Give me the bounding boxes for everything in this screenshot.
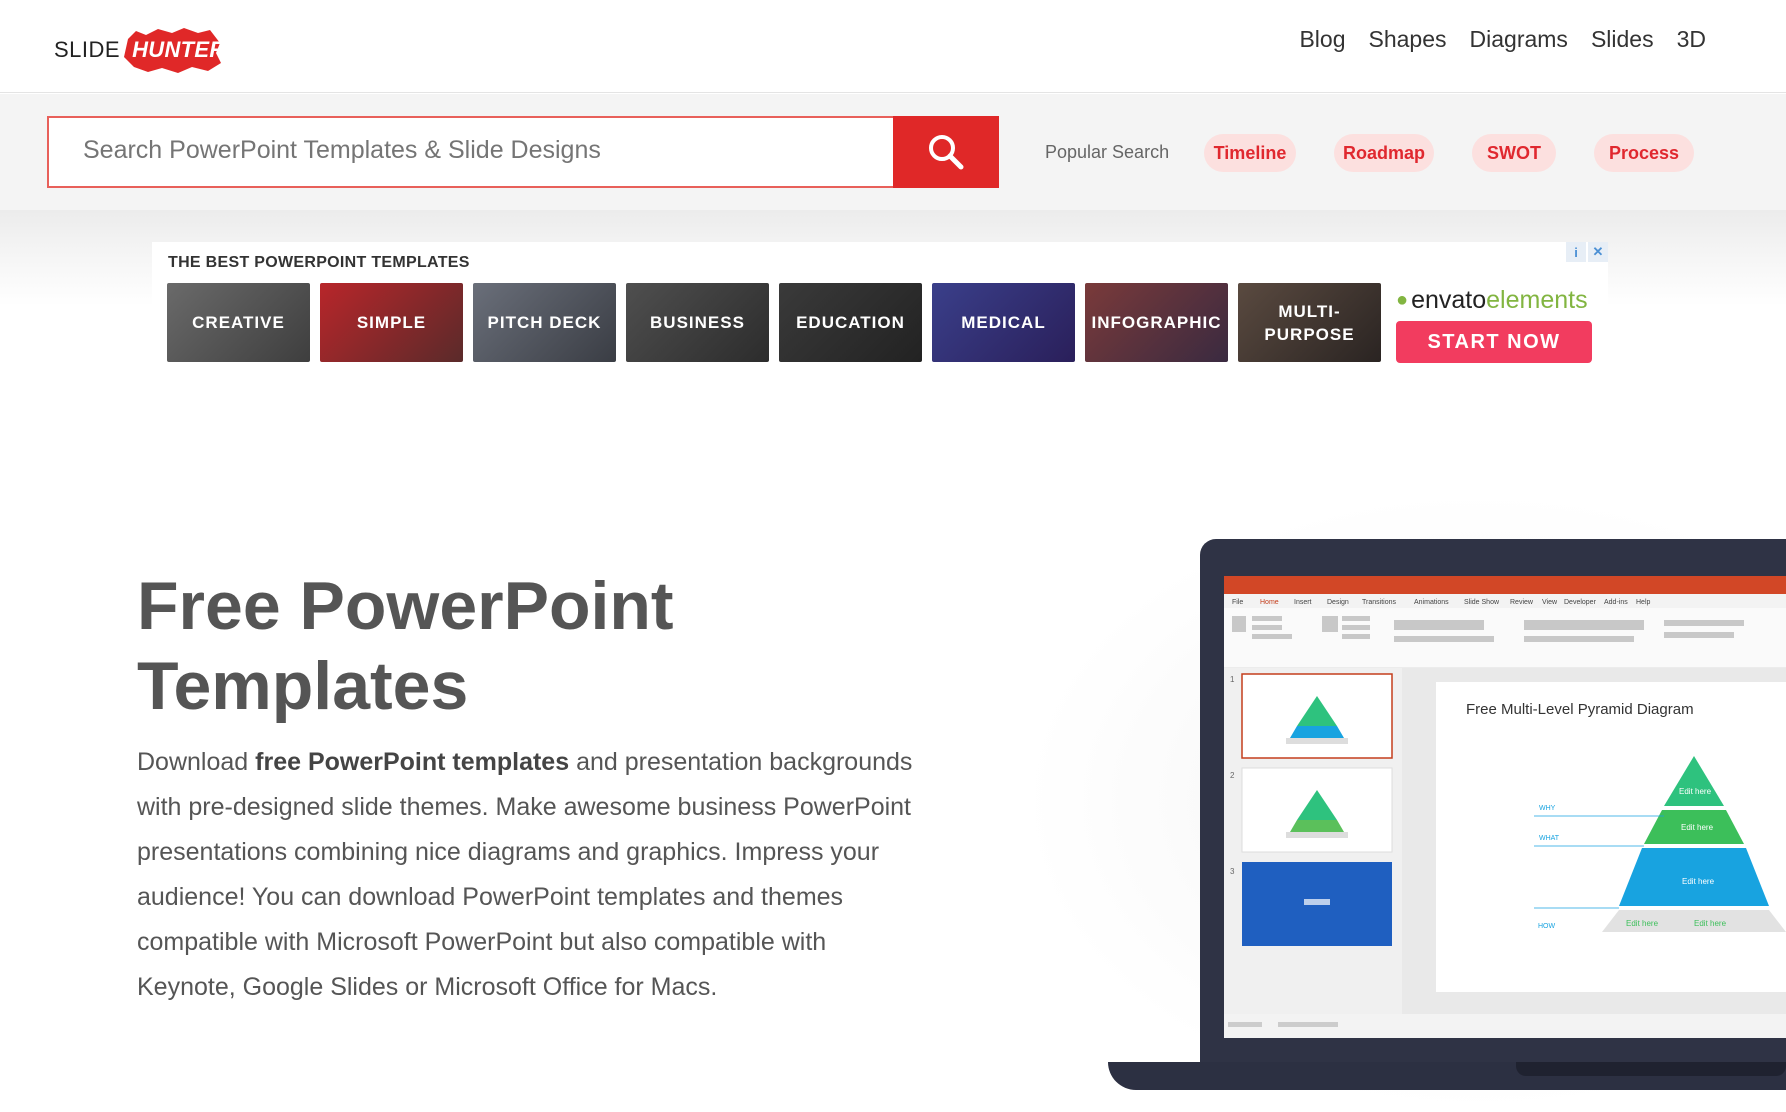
pyramid-label: WHY	[1539, 805, 1556, 812]
ad-title: THE BEST POWERPOINT TEMPLATES	[168, 254, 470, 271]
envato-brand: envato	[1411, 286, 1487, 314]
ad-tile-infographic[interactable]: INFOGRAPHIC	[1085, 283, 1228, 362]
laptop-notch	[1516, 1062, 1786, 1076]
thumb-number: 2	[1230, 771, 1235, 780]
powerpoint-window: File Home Insert Design Transitions Anim…	[1224, 576, 1786, 1038]
site-logo[interactable]: SLIDE HUNTER	[54, 24, 238, 76]
envato-brand-suffix: elements	[1486, 286, 1588, 314]
site-header: SLIDE HUNTER Blog Shapes Diagrams Slides…	[0, 0, 1786, 93]
ad-banner[interactable]: THE BEST POWERPOINT TEMPLATES i ✕ CREATI…	[152, 242, 1608, 367]
ad-tile-label: INFOGRAPHIC	[1091, 313, 1222, 332]
slide-title: Free Multi-Level Pyramid Diagram	[1466, 701, 1694, 718]
search-box	[47, 116, 894, 188]
nav-3d[interactable]: 3D	[1677, 26, 1706, 53]
logo-text-slide: SLIDE	[54, 37, 121, 62]
powerpoint-screenshot: File Home Insert Design Transitions Anim…	[1224, 576, 1786, 1038]
pyramid-edit-label: Edit here	[1694, 919, 1727, 928]
search-button[interactable]	[893, 116, 999, 188]
ad-close-icon[interactable]: ✕	[1588, 242, 1608, 262]
ribbon-tab: Add-ins	[1604, 599, 1628, 606]
chip-roadmap[interactable]: Roadmap	[1334, 134, 1434, 172]
envato-leaf-icon: ●	[1396, 289, 1409, 311]
search-input[interactable]	[83, 136, 863, 165]
ribbon-tab: Insert	[1294, 599, 1312, 606]
ad-tile-creative[interactable]: CREATIVE	[167, 283, 310, 362]
search-icon	[929, 135, 964, 170]
nav-diagrams[interactable]: Diagrams	[1470, 26, 1568, 53]
start-now-button[interactable]: START NOW	[1396, 321, 1592, 363]
hero-text-after: and presentation backgrounds with pre-de…	[137, 748, 913, 1001]
ribbon-tab: Help	[1636, 599, 1651, 606]
ribbon-tab: Review	[1510, 599, 1534, 606]
ad-tile-label: EDUCATION	[796, 313, 905, 332]
ad-controls: i ✕	[1566, 242, 1608, 262]
nav-shapes[interactable]: Shapes	[1369, 26, 1447, 53]
ad-tiles: CREATIVE SIMPLE PITCH DECK BUSINESS EDUC…	[167, 283, 1381, 362]
thumb-number: 1	[1230, 675, 1235, 684]
chip-timeline[interactable]: Timeline	[1204, 134, 1296, 172]
pyramid-edit-label: Edit here	[1682, 877, 1715, 886]
ribbon-tab: View	[1542, 599, 1558, 606]
hero-text-bold: free PowerPoint templates	[255, 748, 570, 776]
ribbon-tab: Home	[1260, 599, 1279, 606]
page-title: Free PowerPoint Templates	[137, 566, 837, 726]
popular-search-chips: Timeline Roadmap SWOT Process	[1204, 134, 1694, 172]
ribbon-tab: Animations	[1414, 599, 1449, 606]
ribbon-tab: Transitions	[1362, 599, 1396, 606]
pyramid-label: WHAT	[1539, 835, 1560, 842]
page-title-line2: Templates	[137, 648, 469, 724]
ad-tile-label: CREATIVE	[192, 313, 285, 332]
ribbon-tab: Developer	[1564, 599, 1597, 606]
pyramid-label: HOW	[1538, 923, 1556, 930]
ad-tile-pitch-deck[interactable]: PITCH DECK	[473, 283, 616, 362]
popular-search-label: Popular Search	[1045, 142, 1170, 162]
pyramid-edit-label: Edit here	[1626, 919, 1659, 928]
ad-tile-medical[interactable]: MEDICAL	[932, 283, 1075, 362]
logo-hunter-badge: HUNTER	[122, 25, 237, 75]
ribbon-tab: Design	[1327, 599, 1349, 606]
ad-tile-label: SIMPLE	[356, 313, 427, 332]
pyramid-edit-label: Edit here	[1679, 787, 1712, 796]
chip-swot[interactable]: SWOT	[1472, 134, 1556, 172]
thumb-number: 3	[1230, 867, 1235, 876]
hero-text-before: Download	[137, 748, 256, 776]
ribbon-tab: File	[1232, 599, 1243, 606]
logo-text-hunter: HUNTER	[132, 37, 226, 62]
ad-info-icon[interactable]: i	[1566, 242, 1586, 262]
nav-blog[interactable]: Blog	[1299, 26, 1345, 53]
nav-slides[interactable]: Slides	[1591, 26, 1654, 53]
main-nav: Blog Shapes Diagrams Slides 3D	[1299, 26, 1706, 53]
ad-tile-label: BUSINESS	[650, 313, 745, 332]
chip-process[interactable]: Process	[1594, 134, 1694, 172]
envato-cta[interactable]: ● envato elements START NOW	[1396, 286, 1596, 363]
page-title-line1: Free PowerPoint	[137, 568, 674, 644]
ad-tile-education[interactable]: EDUCATION	[779, 283, 922, 362]
search-band: Popular Search Timeline Roadmap SWOT Pro…	[0, 94, 1786, 210]
pyramid-edit-label: Edit here	[1681, 823, 1714, 832]
ad-tile-simple[interactable]: SIMPLE	[320, 283, 463, 362]
envato-logo: ● envato elements	[1396, 286, 1596, 315]
ad-tile-label: MULTI-PURPOSE	[1264, 301, 1355, 344]
ad-tile-label: MEDICAL	[961, 313, 1046, 332]
ad-tile-multi-purpose[interactable]: MULTI-PURPOSE	[1238, 283, 1381, 362]
ad-tile-business[interactable]: BUSINESS	[626, 283, 769, 362]
hero-description: Download free PowerPoint templates and p…	[137, 740, 917, 1010]
ribbon-tab: Slide Show	[1464, 599, 1500, 606]
ad-tile-label: PITCH DECK	[487, 313, 602, 332]
